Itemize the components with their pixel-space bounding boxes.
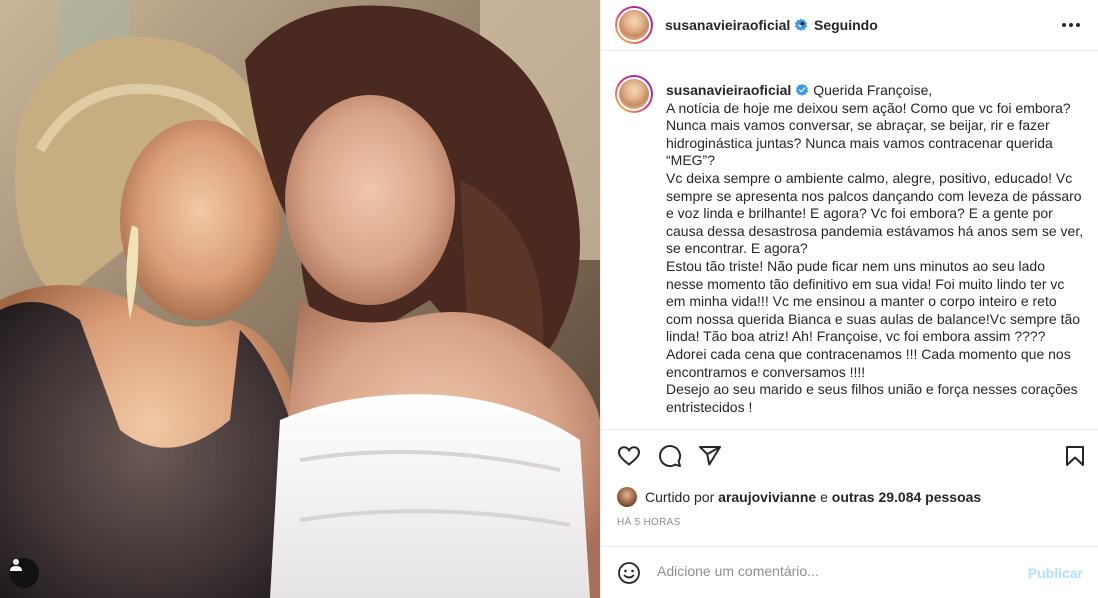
following-button[interactable]: Seguindo bbox=[814, 17, 878, 33]
save-button[interactable] bbox=[1063, 444, 1087, 468]
post-header: susanavieiraoficial • Seguindo bbox=[601, 0, 1098, 51]
header-separator: • bbox=[800, 15, 805, 31]
emoji-button[interactable] bbox=[617, 561, 641, 585]
user-tag-icon bbox=[10, 559, 22, 571]
comment-bar: Publicar bbox=[601, 546, 1098, 598]
author-username[interactable]: susanavieiraoficial bbox=[665, 17, 808, 33]
post-photo[interactable] bbox=[0, 0, 600, 598]
more-options-button[interactable] bbox=[1059, 13, 1083, 37]
bookmark-icon bbox=[1066, 446, 1084, 466]
caption-username[interactable]: susanavieiraoficial bbox=[666, 82, 791, 98]
action-bar bbox=[601, 440, 1098, 472]
author-username-text[interactable]: susanavieiraoficial bbox=[665, 17, 790, 33]
share-icon bbox=[699, 446, 721, 466]
like-button[interactable] bbox=[617, 444, 641, 468]
post-sidebar: susanavieiraoficial • Seguindo susanavie… bbox=[600, 0, 1098, 598]
liker-avatar[interactable] bbox=[617, 487, 637, 507]
likes-summary: Curtido por araujovivianne e outras 29.0… bbox=[617, 487, 981, 507]
user-tag-button[interactable] bbox=[9, 558, 39, 588]
publish-button[interactable]: Publicar bbox=[1028, 565, 1083, 581]
caption: susanavieiraoficial Querida Françoise, A… bbox=[666, 82, 1086, 416]
emoji-icon bbox=[618, 562, 640, 584]
caption-text: Querida Françoise, A notícia de hoje me … bbox=[666, 82, 1084, 415]
liker-username[interactable]: araujovivianne bbox=[718, 489, 816, 505]
share-button[interactable] bbox=[698, 444, 722, 468]
comment-input[interactable] bbox=[657, 563, 1007, 579]
verified-icon bbox=[796, 83, 809, 96]
caption-area: susanavieiraoficial Querida Françoise, A… bbox=[601, 52, 1098, 430]
author-avatar[interactable] bbox=[615, 6, 653, 44]
comment-button[interactable] bbox=[658, 444, 682, 468]
more-options-icon bbox=[1062, 23, 1080, 27]
caption-avatar[interactable] bbox=[615, 75, 653, 113]
heart-icon bbox=[617, 446, 641, 466]
likes-prefix: Curtido por bbox=[645, 489, 715, 505]
likes-count-link[interactable]: outras 29.084 pessoas bbox=[832, 489, 981, 505]
comment-icon bbox=[659, 445, 682, 468]
post-timestamp[interactable]: Há 5 horas bbox=[617, 517, 681, 528]
likes-and: e bbox=[820, 489, 828, 505]
photo-illustration bbox=[0, 0, 600, 598]
